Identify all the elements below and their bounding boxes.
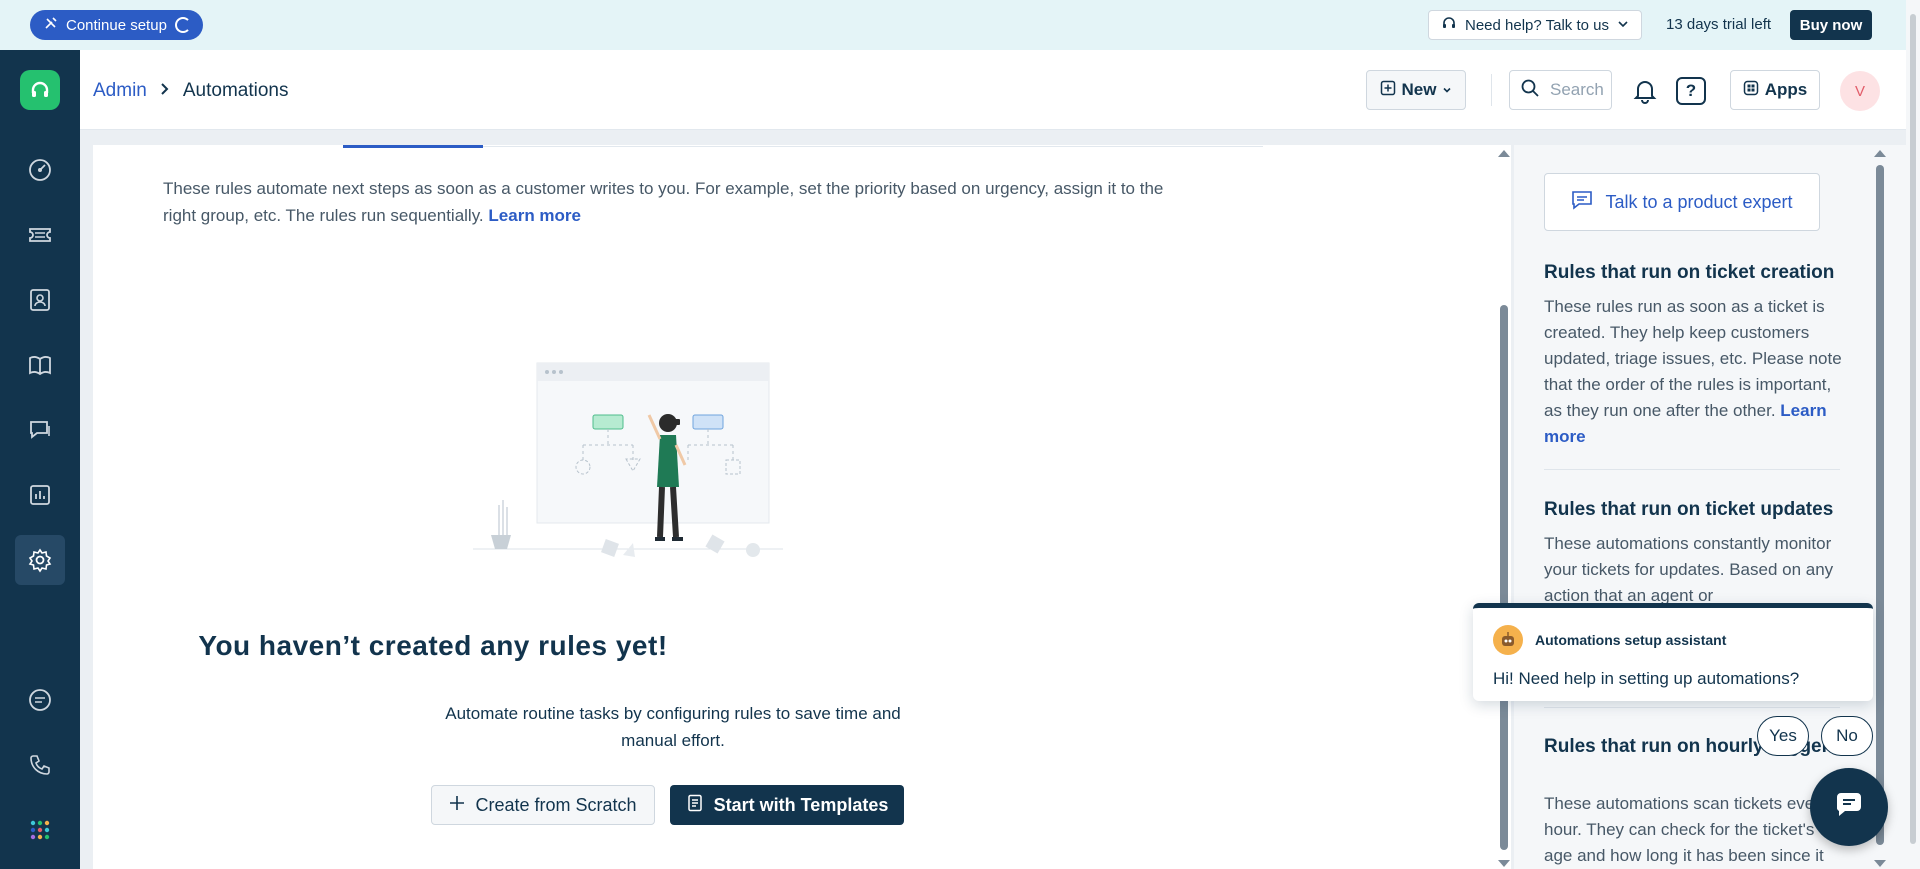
create-from-scratch-label: Create from Scratch xyxy=(475,794,637,815)
description-text: These rules automate next steps as soon … xyxy=(163,179,1164,225)
search-input[interactable]: Search xyxy=(1509,70,1612,110)
empty-state-title-wrap: You haven’t created any rules yet! xyxy=(93,630,1433,662)
nav-phone-icon[interactable] xyxy=(15,740,65,790)
nav-reports-icon[interactable] xyxy=(15,470,65,520)
section-divider xyxy=(1544,707,1840,708)
nav-contacts-icon[interactable] xyxy=(15,275,65,325)
avatar[interactable]: V xyxy=(1840,71,1880,111)
document-icon xyxy=(686,794,704,817)
section-text-ticket-updates: These automations constantly monitor you… xyxy=(1544,534,1834,605)
empty-state-illustration-icon xyxy=(473,362,783,557)
trial-banner: Continue setup Need help? Talk to us 13 … xyxy=(0,0,1920,50)
bell-icon[interactable] xyxy=(1631,76,1659,104)
main-scrollbar-thumb[interactable] xyxy=(1500,305,1508,850)
assistant-message: Hi! Need help in setting up automations? xyxy=(1493,669,1800,688)
start-with-templates-button[interactable]: Start with Templates xyxy=(670,785,904,825)
apps-button[interactable]: Apps xyxy=(1730,70,1820,110)
buy-now-button[interactable]: Buy now xyxy=(1790,10,1872,40)
trial-days-left: 13 days trial left xyxy=(1666,16,1772,33)
create-from-scratch-button[interactable]: Create from Scratch xyxy=(431,785,655,825)
chevron-down-icon xyxy=(1442,80,1452,100)
logo-headset-icon[interactable] xyxy=(20,70,60,110)
nav-knowledge-base-icon[interactable] xyxy=(15,340,65,390)
nav-message-icon[interactable] xyxy=(15,675,65,725)
section-title-ticket-updates: Rules that run on ticket updates xyxy=(1544,499,1834,520)
setup-assistant-popup: Automations setup assistant Hi! Need hel… xyxy=(1473,603,1873,701)
assistant-name: Automations setup assistant xyxy=(1535,632,1727,648)
need-help-label: Need help? Talk to us xyxy=(1465,16,1609,34)
scroll-down-arrow-icon[interactable] xyxy=(1498,860,1510,867)
help-icon[interactable]: ? xyxy=(1676,77,1706,105)
nav-product-grid-icon[interactable] xyxy=(15,805,65,855)
section-title-ticket-creation: Rules that run on ticket creation xyxy=(1544,262,1835,283)
tools-icon xyxy=(44,16,58,34)
start-with-templates-label: Start with Templates xyxy=(713,794,889,815)
active-tab-indicator xyxy=(343,145,483,148)
plus-icon xyxy=(449,795,465,816)
chevron-right-icon xyxy=(159,80,171,102)
need-help-button[interactable]: Need help? Talk to us xyxy=(1428,10,1642,40)
empty-state-title: You haven’t created any rules yet! xyxy=(198,630,668,661)
learn-more-link[interactable]: Learn more xyxy=(488,206,581,225)
chevron-down-icon xyxy=(1617,17,1629,34)
progress-spinner-icon xyxy=(174,17,191,33)
side-scroll-down-arrow-icon[interactable] xyxy=(1874,860,1886,867)
chat-widget-button[interactable] xyxy=(1810,768,1888,846)
page-title: Automations xyxy=(182,80,289,101)
side-scrollbar-thumb[interactable] xyxy=(1876,165,1884,845)
talk-to-expert-button[interactable]: Talk to a product expert xyxy=(1544,173,1820,231)
side-panel-scrollbar[interactable] xyxy=(1873,145,1887,869)
side-scroll-up-arrow-icon[interactable] xyxy=(1874,150,1886,157)
tab-bar-line xyxy=(483,146,1263,147)
window-scrollbar-thumb[interactable] xyxy=(1910,14,1916,844)
nav-dashboard-icon[interactable] xyxy=(15,145,65,195)
left-sidebar xyxy=(0,50,80,869)
plus-square-icon xyxy=(1380,80,1396,101)
headset-icon xyxy=(1441,15,1457,35)
main-scrollbar[interactable] xyxy=(1497,145,1511,869)
assistant-yes-button[interactable]: Yes xyxy=(1757,716,1809,756)
section-title-hourly-triggers: Rules that run on hourly triggers xyxy=(1544,736,1840,757)
continue-setup-button[interactable]: Continue setup xyxy=(30,10,203,40)
breadcrumb-admin-link[interactable]: Admin xyxy=(93,80,147,102)
new-button[interactable]: New xyxy=(1366,70,1466,110)
new-button-label: New xyxy=(1401,80,1437,99)
empty-state-subtitle: Automate routine tasks by configuring ru… xyxy=(445,704,901,750)
page-header: Admin Automations New Search ? Apps V xyxy=(80,50,1920,130)
nav-admin-gear-icon[interactable] xyxy=(15,535,65,585)
nav-conversations-icon[interactable] xyxy=(15,405,65,455)
assistant-no-button[interactable]: No xyxy=(1821,716,1873,756)
section-text-ticket-creation: These rules run as soon as a ticket is c… xyxy=(1544,294,1844,450)
breadcrumb: Admin Automations xyxy=(93,80,288,102)
chat-bubble-icon xyxy=(1833,791,1865,824)
search-placeholder: Search xyxy=(1550,80,1604,99)
section-divider xyxy=(1544,469,1840,470)
continue-setup-label: Continue setup xyxy=(66,16,167,34)
talk-to-expert-label: Talk to a product expert xyxy=(1605,191,1793,212)
automations-main-panel: These rules automate next steps as soon … xyxy=(93,145,1511,869)
help-side-panel: Talk to a product expert Rules that run … xyxy=(1514,145,1906,869)
section-text-hourly-triggers: These automations scan tickets every hou… xyxy=(1544,794,1829,865)
search-icon xyxy=(1520,78,1540,103)
apps-label: Apps xyxy=(1764,80,1808,99)
window-scrollbar[interactable] xyxy=(1906,0,1920,869)
header-divider xyxy=(1491,74,1492,106)
assistant-bot-icon xyxy=(1493,625,1523,655)
apps-icon xyxy=(1743,80,1759,101)
chat-icon xyxy=(1571,190,1593,215)
automations-description: These rules automate next steps as soon … xyxy=(163,175,1173,229)
scroll-up-arrow-icon[interactable] xyxy=(1498,150,1510,157)
nav-tickets-icon[interactable] xyxy=(15,210,65,260)
